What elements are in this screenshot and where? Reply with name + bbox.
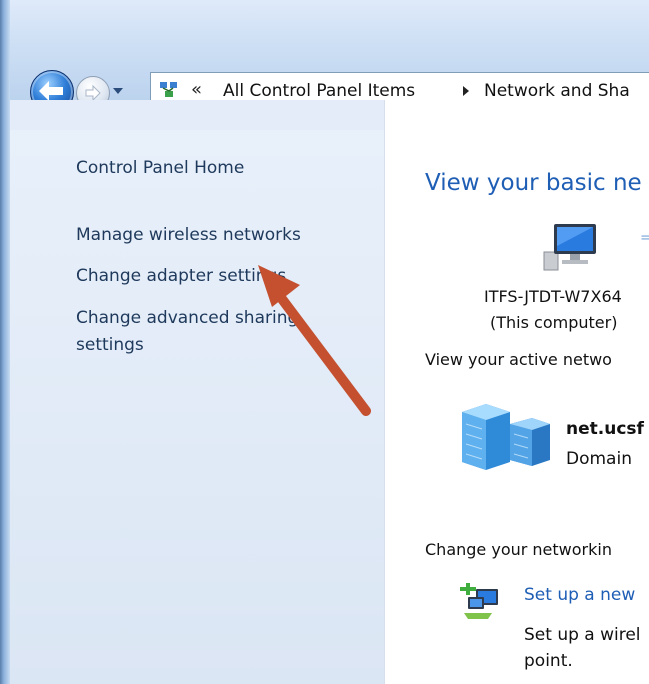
- domain-network-icon: [462, 404, 550, 470]
- change-settings-heading: Change your networkin: [425, 540, 612, 559]
- setup-description-line1: Set up a wirel: [524, 625, 641, 645]
- sidebar-link-control-panel-home[interactable]: Control Panel Home: [76, 158, 244, 178]
- sidebar-link-manage-wireless[interactable]: Manage wireless networks: [76, 225, 301, 245]
- sidebar-top: [10, 100, 384, 130]
- active-networks-heading: View your active netwo: [425, 350, 612, 369]
- breadcrumb-network-and-sharing[interactable]: Network and Sha: [484, 81, 630, 101]
- sidebar-link-advanced-sharing-line2[interactable]: settings: [76, 335, 144, 355]
- breadcrumb-all-control-panel-items[interactable]: All Control Panel Items: [223, 81, 415, 101]
- computer-name: ITFS-JTDT-W7X64: [484, 287, 622, 306]
- network-name[interactable]: net.ucsf: [566, 419, 644, 439]
- network-setup-icon: [460, 583, 498, 619]
- breadcrumb-overflow[interactable]: «: [191, 79, 202, 100]
- page-title: View your basic ne: [425, 170, 642, 196]
- setup-new-connection-link[interactable]: Set up a new: [524, 585, 635, 605]
- computer-subtitle: (This computer): [490, 313, 618, 332]
- control-panel-icon: [160, 82, 177, 97]
- network-map-connector: =: [640, 230, 649, 246]
- computer-icon: [543, 224, 596, 271]
- window-border: [0, 0, 10, 684]
- recent-pages-dropdown[interactable]: [112, 85, 124, 97]
- annotation-arrow: [258, 265, 371, 416]
- network-category: Domain: [566, 449, 632, 469]
- breadcrumb-separator-icon[interactable]: [462, 86, 470, 96]
- setup-description-line2: point.: [524, 651, 573, 671]
